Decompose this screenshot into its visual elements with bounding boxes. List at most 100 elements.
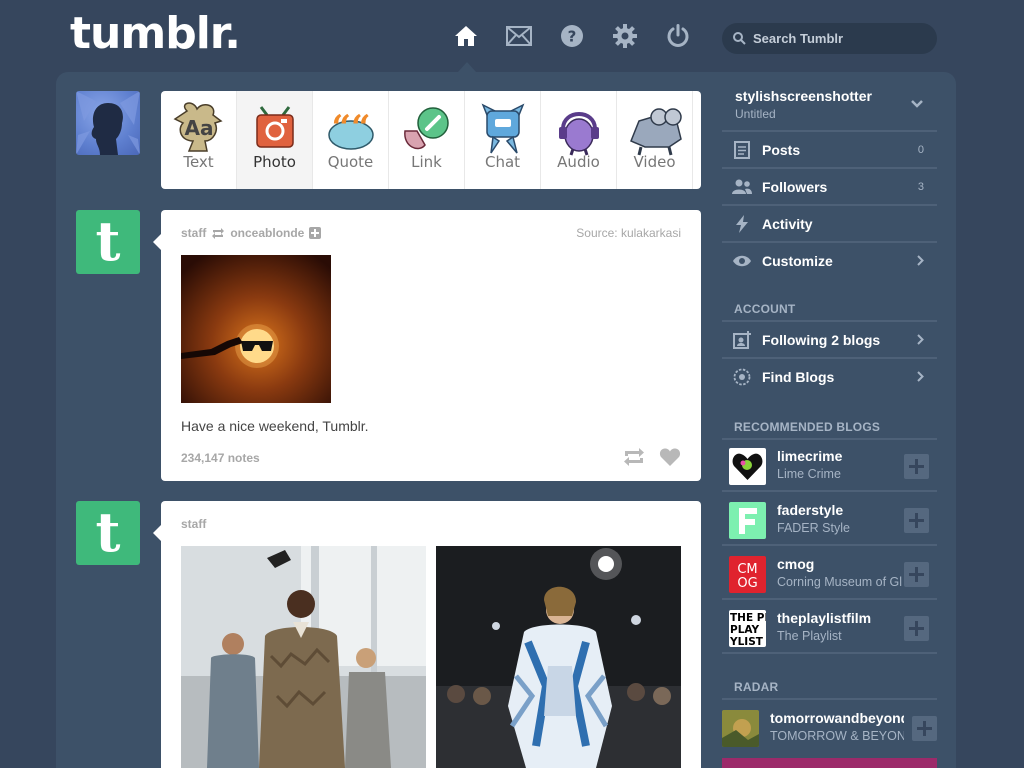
svg-text:YLIST: YLIST (729, 636, 764, 647)
followers-icon (722, 179, 762, 195)
recommended-blog[interactable]: faderstyle FADER Style (722, 494, 937, 546)
post-author[interactable]: staff (181, 517, 206, 531)
audio-post-icon (558, 112, 599, 156)
follow-plus-icon[interactable] (309, 227, 322, 239)
blog-name[interactable]: cmog (777, 556, 902, 572)
follow-button[interactable] (904, 508, 929, 533)
eye-icon (722, 255, 762, 267)
blog-title: TOMORROW & BEYOND (770, 729, 904, 743)
radar-blog[interactable]: tomorrowandbeyond TOMORROW & BEYOND (722, 702, 937, 754)
link-post-icon (403, 107, 449, 150)
video-post-icon (629, 108, 682, 156)
post-type-quote[interactable]: ““ Quote (313, 91, 389, 189)
post-card: staff onceablonde Source: kulakarkasi Ha… (153, 210, 701, 481)
search-box[interactable] (722, 23, 937, 54)
post-caption: Have a nice weekend, Tumblr. (181, 418, 369, 434)
home-icon[interactable] (452, 22, 480, 50)
chevron-right-icon (917, 255, 924, 266)
post-type-label: Audio (557, 153, 600, 171)
blog-avatar[interactable] (729, 502, 766, 539)
search-input[interactable] (753, 31, 923, 46)
svg-text:t: t (96, 507, 121, 559)
like-icon[interactable] (659, 447, 683, 467)
recommended-blog[interactable]: THE PLPLAYYLIST theplaylistfilm The Play… (722, 602, 937, 654)
post-type-text[interactable]: Aa Text (161, 91, 237, 189)
post-photo[interactable] (181, 546, 426, 768)
follow-button[interactable] (904, 616, 929, 641)
sidebar-item-label: Following 2 blogs (762, 331, 881, 348)
help-icon[interactable]: ? (558, 22, 586, 50)
radar-preview-image[interactable] (722, 758, 937, 768)
sidebar-item-activity[interactable]: Activity (722, 204, 937, 241)
chat-post-icon (481, 103, 524, 154)
recommended-blog[interactable]: limecrime Lime Crime (722, 440, 937, 492)
post-type-photo[interactable]: Photo (237, 91, 313, 189)
sidebar-item-find-blogs[interactable]: Find Blogs (722, 357, 937, 394)
blog-switcher[interactable]: stylishscreenshotter Untitled (722, 86, 937, 131)
blog-title: Lime Crime (777, 467, 841, 481)
follow-button[interactable] (904, 562, 929, 587)
post-type-label: Photo (253, 153, 296, 171)
sidebar-item-label: Activity (762, 215, 813, 232)
post-source[interactable]: Source: kulakarkasi (576, 226, 681, 240)
post-type-label: Video (633, 153, 676, 171)
following-icon (722, 330, 762, 349)
follow-button[interactable] (904, 454, 929, 479)
sidebar-item-posts[interactable]: Posts 0 (722, 130, 937, 167)
post-photo[interactable] (436, 546, 681, 768)
section-heading-recommended: RECOMMENDED BLOGS (734, 420, 881, 434)
logout-icon[interactable] (664, 22, 692, 50)
reblog-small-icon (212, 227, 225, 239)
post-type-label: Chat (484, 153, 521, 171)
post-type-label: Text (183, 153, 214, 171)
compass-icon (722, 368, 762, 386)
activity-icon (722, 214, 762, 233)
staff-avatar[interactable]: t (76, 501, 140, 565)
post-notes[interactable]: 234,147 notes (181, 451, 260, 465)
blog-avatar[interactable] (729, 448, 766, 485)
sidebar-item-customize[interactable]: Customize (722, 241, 937, 278)
staff-avatar[interactable]: t (76, 210, 140, 274)
blog-avatar[interactable]: THE PLPLAYYLIST (729, 610, 766, 647)
blog-name[interactable]: theplaylistfilm (777, 610, 902, 626)
blog-name[interactable]: limecrime (777, 448, 902, 464)
post-type-link[interactable]: Link (389, 91, 465, 189)
post-photo[interactable] (181, 255, 331, 403)
svg-text:CM: CM (737, 562, 757, 577)
settings-icon[interactable] (611, 22, 639, 50)
section-heading-radar: RADAR (734, 680, 779, 694)
svg-text:?: ? (568, 28, 577, 46)
post-type-audio[interactable]: Audio (541, 91, 617, 189)
follow-button[interactable] (912, 716, 937, 741)
chevron-down-icon (911, 100, 923, 108)
blog-avatar[interactable]: CM OG (729, 556, 766, 593)
post-type-chat[interactable]: Chat (465, 91, 541, 189)
sidebar-item-following[interactable]: Following 2 blogs (722, 320, 937, 357)
reblog-icon[interactable] (622, 447, 646, 467)
inbox-icon[interactable] (505, 22, 533, 50)
photo-post-icon (255, 106, 294, 148)
post-author[interactable]: staff (181, 226, 206, 240)
active-nav-pointer (458, 62, 476, 72)
user-avatar[interactable] (76, 91, 140, 155)
post-type-label: Link (411, 153, 442, 171)
posts-icon (722, 140, 762, 159)
sidebar-item-label: Find Blogs (762, 368, 835, 385)
reblogged-from[interactable]: onceablonde (230, 226, 304, 240)
recommended-blog[interactable]: CMOG cmog Corning Museum of Glass (722, 548, 937, 600)
sidebar-item-followers[interactable]: Followers 3 (722, 167, 937, 204)
blog-title: Corning Museum of Glass (777, 575, 902, 589)
chevron-right-icon (917, 371, 924, 382)
section-heading-account: ACCOUNT (734, 302, 796, 316)
tumblr-logo[interactable]: tumblr. (70, 8, 241, 59)
blog-name[interactable]: tomorrowandbeyond (770, 710, 904, 726)
svg-text:t: t (96, 216, 121, 268)
post-header: staff onceablonde (181, 226, 322, 240)
sidebar-item-label: Posts (762, 141, 801, 158)
quote-post-icon: ““ (327, 108, 374, 150)
text-post-icon: Aa (173, 102, 223, 152)
post-type-video[interactable]: Video (617, 91, 693, 189)
post-card: staff (153, 501, 701, 768)
blog-avatar[interactable] (722, 710, 759, 747)
blog-name[interactable]: faderstyle (777, 502, 902, 518)
